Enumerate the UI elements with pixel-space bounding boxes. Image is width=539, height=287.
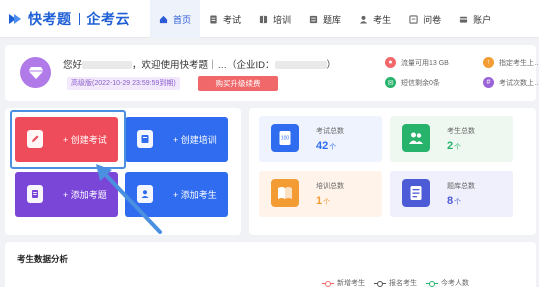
exam-total-icon: 100 <box>271 124 299 152</box>
people-icon <box>402 124 430 152</box>
stat-training-total[interactable]: 培训总数 1个 <box>259 171 382 217</box>
line-marker-icon <box>426 280 438 287</box>
training-total-icon <box>271 179 299 207</box>
chart-legend: 新增考生 报名考生 今考人数 <box>322 278 478 287</box>
statistics-card: 100 考试总数 42个 考生总数 2个 培训总数 1个 题库总数 8个 <box>249 108 536 235</box>
section-title: 考生数据分析 <box>17 254 69 264</box>
stat-label: 考生总数 <box>447 128 475 135</box>
line-marker-icon <box>374 280 386 287</box>
stat-value: 1个 <box>316 195 331 207</box>
stat-bank-total[interactable]: 题库总数 8个 <box>390 171 513 217</box>
stat-label: 考试总数 <box>316 128 344 135</box>
legend-item-new[interactable]: 新增考生 <box>322 278 365 287</box>
legend-label: 新增考生 <box>337 280 365 287</box>
legend-item-today[interactable]: 今考人数 <box>426 278 469 287</box>
stat-label: 题库总数 <box>447 183 475 190</box>
stat-examinee-total[interactable]: 考生总数 2个 <box>390 116 513 162</box>
stat-value: 42个 <box>316 140 337 152</box>
stat-value: 2个 <box>447 140 462 152</box>
legend-item-registered[interactable]: 报名考生 <box>374 278 417 287</box>
bank-total-icon <box>402 179 430 207</box>
examinee-analysis-card: 考生数据分析 新增考生 报名考生 今考人数 <box>5 242 536 287</box>
stat-exam-total[interactable]: 100 考试总数 42个 <box>259 116 382 162</box>
svg-text:100: 100 <box>281 136 290 142</box>
stat-label: 培训总数 <box>316 183 344 190</box>
legend-label: 报名考生 <box>389 280 417 287</box>
stat-value: 8个 <box>447 195 462 207</box>
line-marker-icon <box>322 280 334 287</box>
legend-label: 今考人数 <box>441 280 469 287</box>
